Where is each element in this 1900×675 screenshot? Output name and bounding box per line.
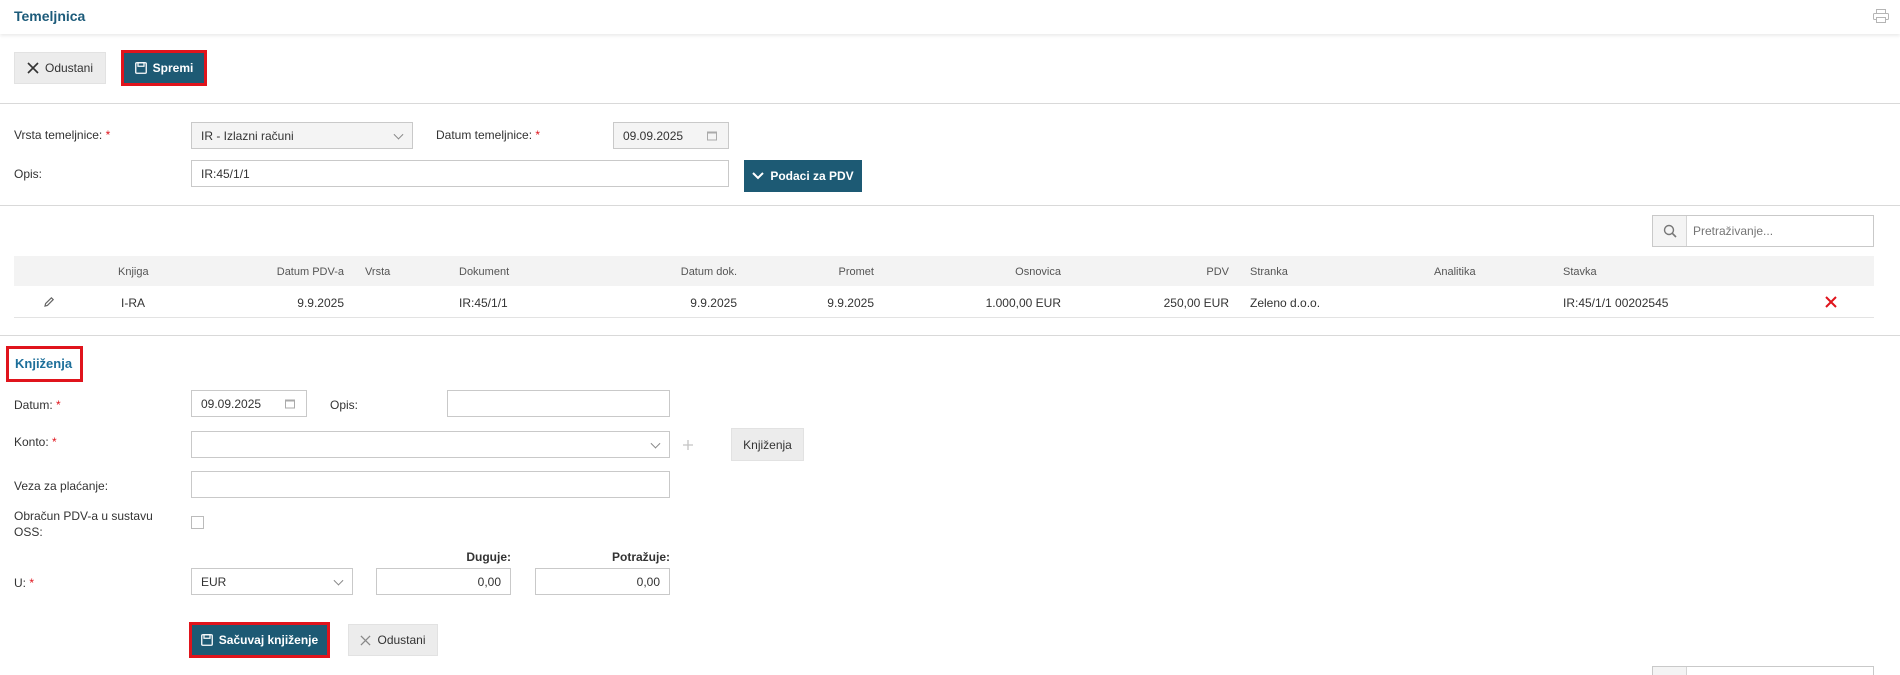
table-header: Knjiga Datum PDV-a Vrsta Dokument Datum …: [14, 256, 1874, 286]
cell-pdv: 250,00 EUR: [1163, 296, 1229, 310]
podaci-za-pdv-label: Podaci za PDV: [770, 169, 854, 183]
datum-temeljnice-input[interactable]: 09.09.2025: [613, 122, 729, 149]
col-pdv: PDV: [1206, 266, 1229, 278]
col-stranka: Stranka: [1250, 266, 1288, 278]
konto-knjizenja-button[interactable]: Knjiženja: [731, 428, 804, 461]
close-icon: [360, 634, 372, 646]
cell-stranka: Zeleno d.o.o.: [1250, 296, 1321, 310]
opis-value: IR:45/1/1: [201, 166, 250, 181]
floppy-disk-icon: [134, 62, 147, 74]
podaci-za-pdv-button[interactable]: Podaci za PDV: [744, 160, 862, 192]
col-dokument: Dokument: [459, 266, 510, 278]
vrsta-label: Vrsta temeljnice: *: [14, 128, 111, 142]
cell-stavka: IR:45/1/1 00202545: [1563, 296, 1669, 310]
cell-knjiga: I-RA: [121, 296, 145, 310]
calendar-icon: [285, 399, 295, 408]
col-promet: Promet: [838, 266, 874, 278]
oss-label-line2: OSS:: [14, 525, 43, 539]
sacuvaj-knjizenje-label: Sačuvaj knjiženje: [218, 633, 319, 647]
potrazuje-label: Potražuje:: [611, 550, 670, 564]
col-vrsta: Vrsta: [365, 266, 391, 278]
veza-input[interactable]: [191, 471, 670, 498]
col-analitika: Analitika: [1434, 266, 1476, 278]
col-osnovica: Osnovica: [1015, 266, 1061, 278]
plus-icon[interactable]: [682, 439, 694, 451]
oss-checkbox[interactable]: [191, 516, 204, 529]
sacuvaj-knjizenje-button[interactable]: Sačuvaj knjiženje: [189, 622, 330, 658]
page-title: Temeljnica: [14, 8, 86, 24]
lower-search-box[interactable]: [1652, 666, 1874, 675]
currency-value: EUR: [201, 574, 227, 589]
u-label: U: *: [14, 576, 35, 590]
chevron-down-icon: [650, 438, 661, 449]
delete-icon[interactable]: [1824, 295, 1838, 309]
top-bar: [0, 0, 1900, 34]
chevron-down-icon: [393, 129, 404, 140]
knjizenja-title: Knjiženja: [15, 356, 73, 371]
save-button[interactable]: Spremi: [121, 50, 207, 86]
knjizenje-cancel-label: Odustani: [377, 633, 426, 647]
vrsta-value: IR - Izlazni računi: [201, 128, 294, 143]
currency-select[interactable]: EUR: [191, 568, 353, 595]
konto-select[interactable]: [191, 431, 670, 458]
konto-label: Konto: *: [14, 435, 57, 449]
search-icon: [1663, 224, 1677, 238]
chevron-down-icon: [333, 575, 344, 586]
knjizenja-opis-label: Opis:: [330, 398, 359, 412]
datum-value: 09.09.2025: [201, 396, 262, 411]
save-label: Spremi: [152, 61, 194, 75]
opis-input[interactable]: IR:45/1/1: [191, 160, 729, 187]
pencil-icon[interactable]: [43, 296, 55, 308]
konto-knjizenja-label: Knjiženja: [743, 437, 792, 452]
table-row: I-RA 9.9.2025 IR:45/1/1 9.9.2025 9.9.202…: [14, 287, 1874, 318]
datum-temeljnice-label: Datum temeljnice: *: [436, 128, 541, 142]
duguje-value: 0,00: [477, 574, 501, 589]
potrazuje-value: 0,00: [636, 574, 660, 589]
cell-datum-pdv: 9.9.2025: [297, 296, 344, 310]
divider: [0, 205, 1900, 206]
col-datum-dok: Datum dok.: [680, 266, 737, 278]
duguje-label: Duguje:: [466, 550, 511, 564]
knjizenje-cancel-button[interactable]: Odustani: [348, 624, 438, 656]
veza-label: Veza za plaćanje:: [14, 479, 109, 493]
vrsta-select[interactable]: IR - Izlazni računi: [191, 122, 413, 149]
lower-search-button[interactable]: [1653, 667, 1687, 675]
search-input[interactable]: [1693, 222, 1863, 240]
col-datum-pdv: Datum PDV-a: [276, 266, 344, 278]
datum-temeljnice-value: 09.09.2025: [623, 128, 684, 143]
col-knjiga: Knjiga: [118, 266, 149, 278]
cancel-label: Odustani: [44, 61, 94, 75]
close-icon: [27, 62, 39, 74]
cell-datum-dok: 9.9.2025: [690, 296, 737, 310]
print-icon[interactable]: [1873, 9, 1889, 23]
knjizenja-opis-input[interactable]: [447, 390, 670, 417]
datum-input[interactable]: 09.09.2025: [191, 390, 307, 417]
cell-dokument: IR:45/1/1: [459, 296, 508, 310]
oss-label-line1: Obračun PDV-a u sustavu: [14, 509, 153, 523]
floppy-disk-icon: [200, 634, 213, 646]
divider: [0, 103, 1900, 104]
col-stavka: Stavka: [1563, 266, 1597, 278]
divider: [0, 335, 1900, 336]
search-button[interactable]: [1653, 216, 1687, 246]
potrazuje-input[interactable]: 0,00: [535, 568, 670, 595]
chevron-down-icon: [752, 172, 765, 180]
datum-label: Datum: *: [14, 398, 61, 412]
opis-label: Opis:: [14, 167, 43, 181]
cancel-button[interactable]: Odustani: [14, 52, 106, 84]
cell-osnovica: 1.000,00 EUR: [985, 296, 1061, 310]
duguje-input[interactable]: 0,00: [376, 568, 511, 595]
calendar-icon: [707, 131, 717, 140]
search-box[interactable]: [1652, 215, 1874, 247]
cell-promet: 9.9.2025: [827, 296, 874, 310]
